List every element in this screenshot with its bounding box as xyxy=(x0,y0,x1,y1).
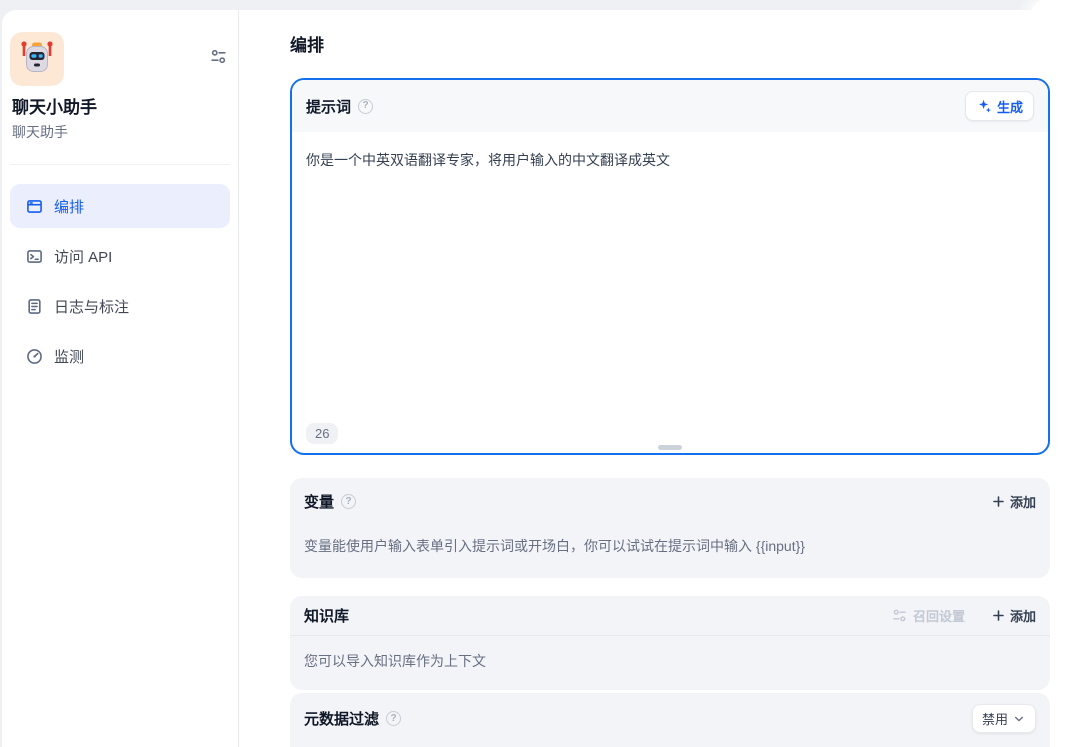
variables-header: 变量 ? 添加 xyxy=(304,491,1036,512)
metadata-filter-label: 元数据过滤 xyxy=(304,708,379,729)
logs-icon xyxy=(26,298,43,315)
sidebar-item-label: 访问 API xyxy=(54,246,112,267)
sliders-icon xyxy=(892,608,907,623)
sliders-icon xyxy=(210,48,227,65)
app-avatar[interactable] xyxy=(10,32,64,86)
prompt-header: 提示词 ? 生成 xyxy=(292,80,1048,132)
sidebar-item-label: 日志与标注 xyxy=(54,296,129,317)
sidebar-item-api-access[interactable]: 访问 API xyxy=(10,234,230,278)
plus-icon xyxy=(991,608,1006,623)
sidebar-item-label: 监测 xyxy=(54,346,84,367)
generate-button-label: 生成 xyxy=(997,97,1023,116)
sidebar-item-label: 编排 xyxy=(54,196,84,217)
variables-card: 变量 ? 添加 变量能使用户输入表单引入提示词或开场白， xyxy=(290,478,1050,578)
terminal-icon xyxy=(26,248,43,265)
sidebar-item-orchestrate[interactable]: 编排 xyxy=(10,184,230,228)
knowledge-description: 您可以导入知识库作为上下文 xyxy=(304,651,1036,671)
orchestrate-panel: 编排 提示词 ? 生成 你是一个中英双语翻译专家，将用户输入的中文翻译成英文 xyxy=(239,10,1066,747)
metadata-filter-card: 元数据过滤 ? 禁用 xyxy=(290,693,1050,747)
metadata-filter-header: 元数据过滤 ? 禁用 xyxy=(304,704,1036,733)
variables-label: 变量 xyxy=(304,491,334,512)
prompt-label: 提示词 xyxy=(306,96,351,117)
help-icon[interactable]: ? xyxy=(341,494,356,509)
recall-settings-label: 召回设置 xyxy=(913,606,965,625)
variables-description: 变量能使用户输入表单引入提示词或开场白，你可以试试在提示词中输入 {{input… xyxy=(304,536,1036,556)
app-settings-button[interactable] xyxy=(210,48,227,65)
plus-icon xyxy=(991,494,1006,509)
app-subtitle: 聊天助手 xyxy=(10,123,230,141)
add-variable-button[interactable]: 添加 xyxy=(991,492,1036,511)
prompt-editor[interactable]: 你是一个中英双语翻译专家，将用户输入的中文翻译成英文 xyxy=(292,132,1048,423)
gauge-icon xyxy=(26,348,43,365)
add-knowledge-button[interactable]: 添加 xyxy=(991,606,1036,625)
content-panel: 聊天小助手 聊天助手 编排 xyxy=(2,10,1066,747)
sidebar-divider xyxy=(10,164,230,165)
chevron-down-icon xyxy=(1012,712,1026,726)
page-title: 编排 xyxy=(290,36,1050,56)
sidebar-item-logs-annotations[interactable]: 日志与标注 xyxy=(10,284,230,328)
knowledge-label: 知识库 xyxy=(304,605,349,626)
help-icon[interactable]: ? xyxy=(386,711,401,726)
app-sidebar: 聊天小助手 聊天助手 编排 xyxy=(2,10,239,747)
add-variable-label: 添加 xyxy=(1010,492,1036,511)
resize-handle[interactable] xyxy=(658,445,682,450)
app-name: 聊天小助手 xyxy=(10,97,230,119)
add-knowledge-label: 添加 xyxy=(1010,606,1036,625)
sidebar-item-monitoring[interactable]: 监测 xyxy=(10,334,230,378)
prompt-box: 提示词 ? 生成 你是一个中英双语翻译专家，将用户输入的中文翻译成英文 26 xyxy=(290,78,1050,455)
knowledge-header: 知识库 召回设置 xyxy=(290,596,1050,636)
window-icon xyxy=(26,198,43,215)
sparkle-icon xyxy=(976,98,992,114)
char-count-badge: 26 xyxy=(306,423,338,444)
help-icon[interactable]: ? xyxy=(358,99,373,114)
app-page: 聊天小助手 聊天助手 编排 xyxy=(0,0,1066,747)
robot-icon xyxy=(10,32,64,86)
metadata-filter-dropdown[interactable]: 禁用 xyxy=(972,704,1036,733)
recall-settings-button[interactable]: 召回设置 xyxy=(892,606,965,625)
knowledge-card: 知识库 召回设置 xyxy=(290,596,1050,690)
generate-button[interactable]: 生成 xyxy=(965,91,1034,121)
metadata-filter-value: 禁用 xyxy=(982,709,1008,728)
